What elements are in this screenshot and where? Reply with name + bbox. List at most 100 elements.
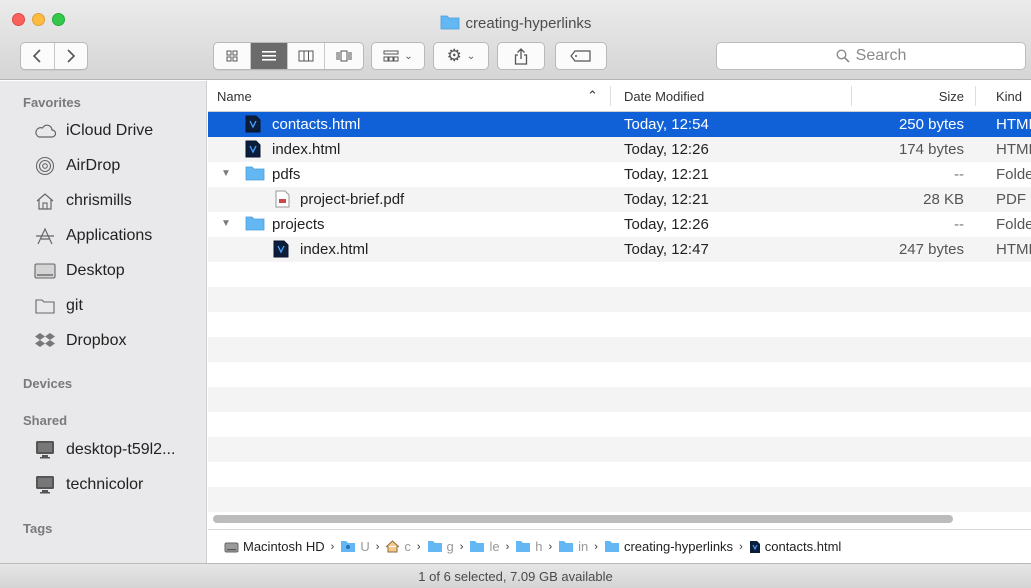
search-field[interactable]: Search (716, 42, 1026, 70)
sidebar-item-git[interactable]: git (33, 291, 83, 321)
empty-row (208, 412, 1031, 437)
path-item-label: creating-hyperlinks (623, 539, 734, 554)
folder-icon (558, 540, 574, 553)
path-separator: › (330, 540, 335, 553)
airdrop-icon (33, 156, 57, 176)
path-separator: › (459, 540, 464, 553)
path-item-users[interactable]: U (340, 539, 370, 554)
table-row[interactable]: project-brief.pdf Today, 12:21 28 KB PDF (208, 187, 1031, 212)
file-name: index.html (300, 241, 369, 258)
html-file-icon (245, 140, 263, 158)
path-item-folder[interactable]: in (558, 539, 588, 554)
path-separator: › (505, 540, 510, 553)
path-item-home[interactable]: c (385, 539, 411, 554)
tags-button[interactable] (555, 42, 607, 70)
path-bar: Macintosh HD › U › c › g › le › h › in ›… (208, 529, 1031, 563)
sidebar-item-desktop-t59l2[interactable]: desktop-t59l2... (33, 435, 175, 465)
rows: contacts.html Today, 12:54 250 bytes HTM… (208, 112, 1031, 512)
disclosure-triangle-icon[interactable]: ▼ (221, 218, 231, 229)
sidebar-item-icloud-drive[interactable]: iCloud Drive (33, 116, 153, 146)
path-item-macintosh-hd[interactable]: Macintosh HD (224, 539, 325, 554)
share-button[interactable] (497, 42, 545, 70)
arrange-icon (383, 50, 399, 62)
column-header-kind[interactable]: Kind (996, 89, 1022, 104)
scrollbar-thumb[interactable] (213, 515, 953, 523)
icon-grid-icon (226, 50, 238, 62)
arrange-button[interactable]: ⌄ (371, 42, 425, 70)
path-separator: › (416, 540, 421, 553)
column-header-date-modified[interactable]: Date Modified (624, 89, 704, 104)
column-view-button[interactable] (288, 43, 325, 69)
table-row[interactable]: contacts.html Today, 12:54 250 bytes HTM… (208, 112, 1031, 137)
view-mode-group (213, 42, 364, 70)
share-icon (514, 47, 528, 65)
cover-flow-button[interactable] (325, 43, 363, 69)
forward-button[interactable] (55, 43, 88, 69)
action-button[interactable]: ⚙ ⌄ (433, 42, 489, 70)
sidebar-item-desktop[interactable]: Desktop (33, 256, 125, 286)
file-size: 247 bytes (898, 241, 964, 258)
sidebar: Favorites iCloud Drive AirDrop chrismill… (0, 81, 207, 563)
sidebar-item-label: Applications (66, 227, 153, 244)
gear-icon: ⚙ (446, 46, 462, 65)
folder-icon (245, 165, 265, 183)
path-item-label: in (578, 539, 589, 554)
status-text: 1 of 6 selected, 7.09 GB available (418, 569, 613, 584)
table-row[interactable]: index.html Today, 12:26 174 bytes HTML (208, 137, 1031, 162)
folder-icon (515, 540, 531, 553)
tag-icon (570, 50, 591, 62)
dropbox-icon (33, 332, 57, 350)
status-bar: 1 of 6 selected, 7.09 GB available (0, 563, 1031, 588)
display-icon (33, 475, 57, 495)
sidebar-item-applications[interactable]: Applications (33, 221, 152, 251)
columns-icon (298, 50, 314, 62)
path-item-label: g (446, 539, 454, 554)
column-header-name[interactable]: Name (217, 89, 252, 104)
column-divider[interactable] (610, 86, 611, 106)
path-item-folder[interactable]: le (469, 539, 500, 554)
path-item-label: le (489, 539, 500, 554)
sidebar-header-shared: Shared (23, 413, 68, 428)
back-button[interactable] (21, 43, 55, 69)
sidebar-item-chrismills[interactable]: chrismills (33, 186, 132, 216)
cover-flow-icon (336, 50, 352, 62)
path-item-label: contacts.html (764, 539, 842, 554)
empty-row (208, 362, 1031, 387)
chevron-right-icon (67, 49, 75, 63)
folder-icon (440, 14, 460, 34)
list-view-button[interactable] (251, 43, 288, 69)
disclosure-triangle-icon[interactable]: ▼ (221, 168, 231, 179)
html-file-icon (749, 540, 761, 554)
search-icon (836, 49, 850, 63)
sidebar-item-dropbox[interactable]: Dropbox (33, 326, 126, 356)
sidebar-item-airdrop[interactable]: AirDrop (33, 151, 120, 181)
icon-view-button[interactable] (214, 43, 251, 69)
file-kind: HTML (996, 241, 1031, 258)
path-item-contacts-html[interactable]: contacts.html (749, 539, 842, 554)
path-item-folder[interactable]: g (427, 539, 454, 554)
nav-buttons (20, 42, 88, 70)
file-size: 28 KB (923, 191, 964, 208)
sidebar-item-technicolor[interactable]: technicolor (33, 470, 143, 500)
table-row[interactable]: ▼ projects Today, 12:26 -- Folder (208, 212, 1031, 237)
column-divider[interactable] (851, 86, 852, 106)
sort-ascending-icon[interactable]: ⌃ (587, 88, 598, 104)
table-row[interactable]: index.html Today, 12:47 247 bytes HTML (208, 237, 1031, 262)
path-item-label: c (404, 539, 411, 554)
file-size: 250 bytes (898, 116, 964, 133)
html-file-icon (273, 240, 291, 258)
empty-row (208, 262, 1031, 287)
path-item-folder[interactable]: h (515, 539, 542, 554)
path-separator: › (548, 540, 553, 553)
finder-window: creating-hyperlinks ⌄ ⚙ ⌄ Search Favorit… (0, 0, 1031, 588)
file-name: project-brief.pdf (300, 191, 405, 208)
column-divider[interactable] (975, 86, 976, 106)
column-header-size[interactable]: Size (939, 89, 964, 104)
list-icon (262, 51, 276, 61)
path-item-creating-hyperlinks[interactable]: creating-hyperlinks (604, 539, 733, 554)
empty-row (208, 387, 1031, 412)
folder-icon (427, 540, 443, 553)
table-row[interactable]: ▼ pdfs Today, 12:21 -- Folder (208, 162, 1031, 187)
horizontal-scrollbar[interactable] (211, 513, 1029, 525)
chevron-down-icon: ⌄ (466, 50, 476, 62)
